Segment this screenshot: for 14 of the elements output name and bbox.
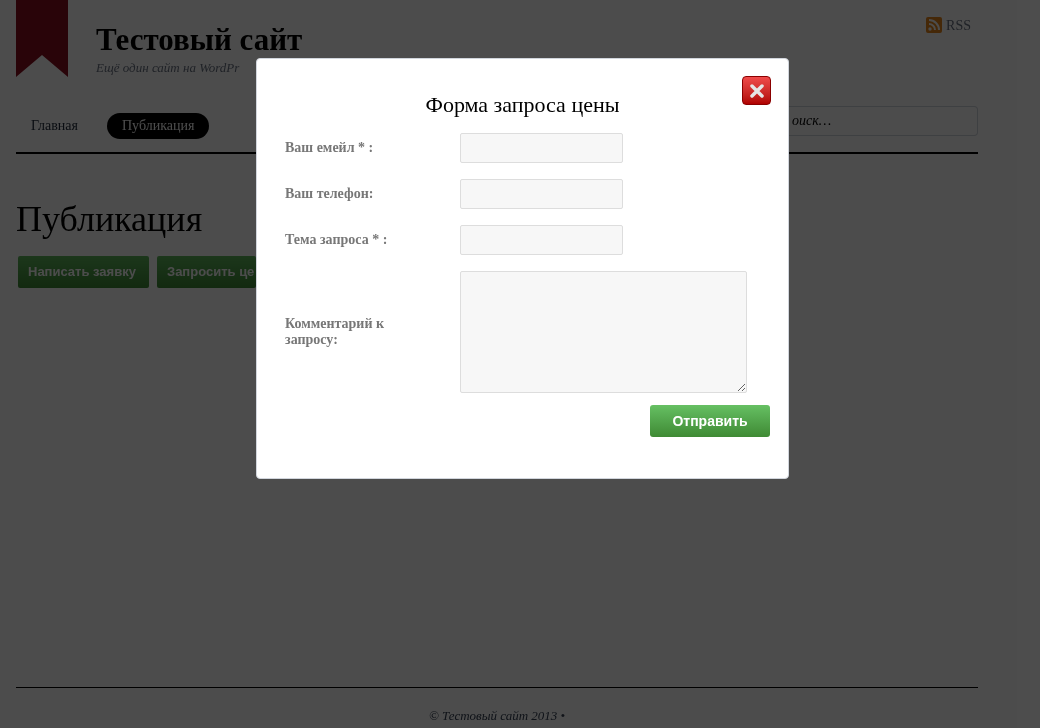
field-label: Тема запроса * : bbox=[285, 232, 389, 248]
input-field[interactable] bbox=[460, 225, 623, 255]
close-icon bbox=[748, 82, 765, 99]
close-button[interactable] bbox=[742, 76, 771, 105]
field-label: Ваш телефон: bbox=[285, 186, 375, 202]
input-field[interactable] bbox=[460, 179, 623, 209]
input-field[interactable] bbox=[460, 133, 623, 163]
field-label: Ваш емейл * : bbox=[285, 140, 375, 156]
field-label: Комментарий к запросу: bbox=[285, 316, 386, 348]
footer-copyright: © Тестовый сайт 2013 • bbox=[428, 706, 566, 725]
modal-title: Форма запроса цены bbox=[425, 91, 620, 119]
input-field[interactable] bbox=[460, 271, 747, 393]
submit-button[interactable]: Отправить bbox=[650, 405, 770, 437]
page-heading: Публикация bbox=[16, 199, 203, 239]
